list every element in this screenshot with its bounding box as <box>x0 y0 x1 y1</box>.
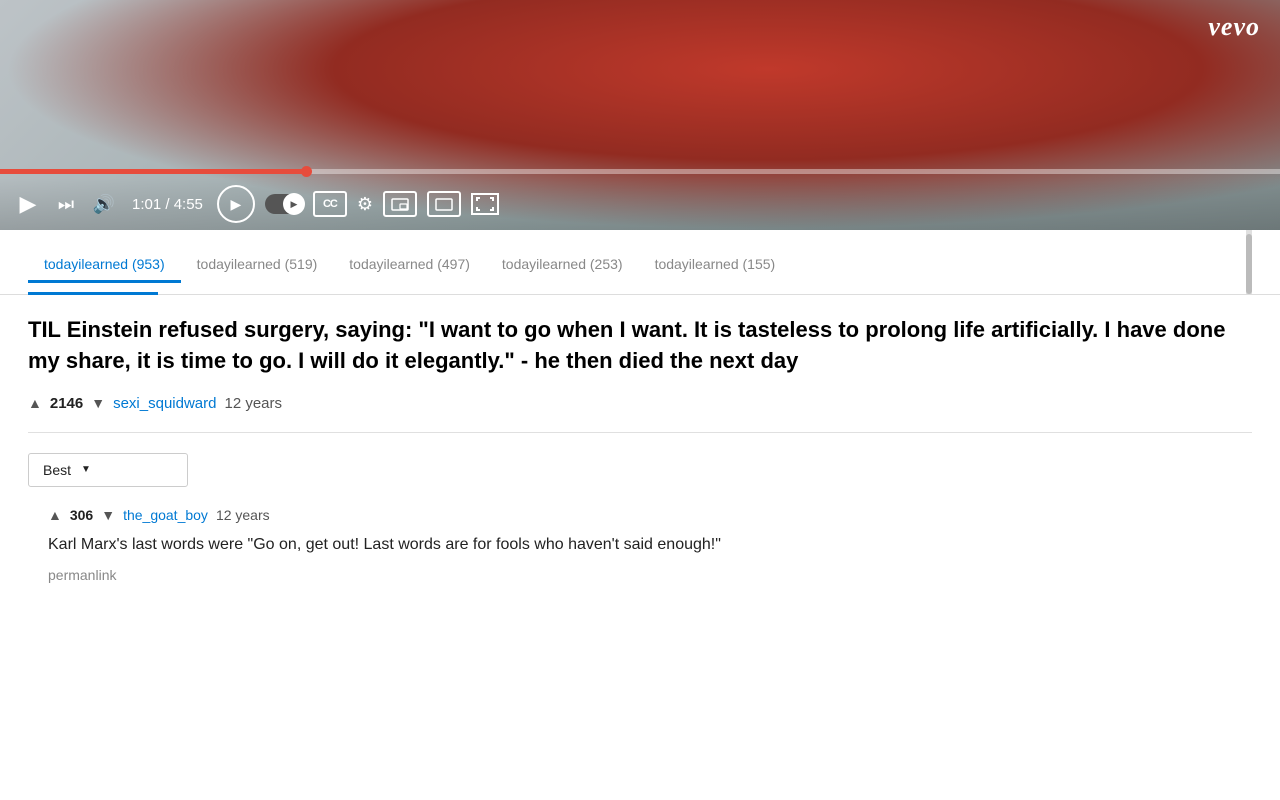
skip-button[interactable]: ⏭ <box>52 194 80 215</box>
progress-bar-fill[interactable] <box>0 169 307 174</box>
comment-username[interactable]: the_goat_boy <box>123 507 208 523</box>
shield-play-icon: ▶ <box>231 196 242 213</box>
sort-row: Best ▼ <box>28 453 1252 487</box>
tab-1-label: todayilearned (519) <box>197 256 318 272</box>
autoplay-track[interactable]: ▶ <box>265 194 303 214</box>
tab-0[interactable]: todayilearned (953) <box>28 242 181 282</box>
post-vote-row: 2146 sexi_squidward 12 years <box>28 395 1252 412</box>
time-display: 1:01 / 4:55 <box>132 196 203 213</box>
comment-upvote-button[interactable] <box>48 507 62 523</box>
autoplay-toggle[interactable]: ▶ <box>265 194 303 214</box>
tab-navigation-wrapper: todayilearned (953) todayilearned (519) … <box>0 230 1280 295</box>
theater-button[interactable] <box>427 191 461 217</box>
settings-button[interactable]: ⚙ <box>357 194 373 215</box>
post-downvote-button[interactable] <box>91 395 105 411</box>
play-button[interactable]: ▶ <box>14 191 42 217</box>
section-divider <box>28 432 1252 433</box>
comment-permalink[interactable]: permanlink <box>48 567 1252 583</box>
tab-4-label: todayilearned (155) <box>655 256 776 272</box>
volume-button[interactable]: 🔊 <box>90 194 118 215</box>
video-player[interactable]: vevo ▶ ⏭ 🔊 1:01 / 4:55 ▶ ▶ CC ⚙ <box>0 0 1280 230</box>
fullscreen-icon <box>476 197 494 211</box>
tab-0-label: todayilearned (953) <box>44 256 165 272</box>
tab-2[interactable]: todayilearned (497) <box>333 242 486 282</box>
tab-navigation: todayilearned (953) todayilearned (519) … <box>0 230 1280 295</box>
post-upvote-button[interactable] <box>28 395 42 411</box>
video-controls: ▶ ⏭ 🔊 1:01 / 4:55 ▶ ▶ CC ⚙ <box>0 178 1280 230</box>
sort-dropdown[interactable]: Best ▼ <box>28 453 188 487</box>
vevo-shield-button[interactable]: ▶ <box>217 185 255 223</box>
miniplayer-icon <box>391 198 409 211</box>
tab-1[interactable]: todayilearned (519) <box>181 242 334 282</box>
main-content: TIL Einstein refused surgery, saying: "I… <box>0 295 1280 603</box>
comment-score: 306 <box>70 507 93 523</box>
autoplay-knob: ▶ <box>283 193 305 215</box>
tab-active-underline <box>28 292 158 295</box>
tab-4[interactable]: todayilearned (155) <box>639 242 792 282</box>
tab-2-label: todayilearned (497) <box>349 256 470 272</box>
chevron-down-icon: ▼ <box>81 464 91 475</box>
theater-icon <box>435 198 453 211</box>
tab-3[interactable]: todayilearned (253) <box>486 242 639 282</box>
post-timestamp: 12 years <box>224 395 282 412</box>
comment-body: Karl Marx's last words were "Go on, get … <box>48 533 1252 557</box>
comment-downvote-button[interactable] <box>101 507 115 523</box>
comment-section: 306 the_goat_boy 12 years Karl Marx's la… <box>28 507 1252 583</box>
fullscreen-button[interactable] <box>471 193 499 215</box>
post-score: 2146 <box>50 395 83 412</box>
scrollbar-thumb[interactable] <box>1246 234 1252 294</box>
scrollbar-track[interactable] <box>1246 230 1252 294</box>
post-username[interactable]: sexi_squidward <box>113 395 216 412</box>
comment-vote-row: 306 the_goat_boy 12 years <box>48 507 1252 523</box>
comment-timestamp: 12 years <box>216 507 270 523</box>
cc-button[interactable]: CC <box>313 191 347 217</box>
progress-bar-container[interactable] <box>0 169 1280 174</box>
vevo-logo: vevo <box>1208 12 1260 42</box>
post-title: TIL Einstein refused surgery, saying: "I… <box>28 315 1252 377</box>
tab-3-label: todayilearned (253) <box>502 256 623 272</box>
miniplayer-button[interactable] <box>383 191 417 217</box>
sort-dropdown-label: Best <box>43 462 71 478</box>
